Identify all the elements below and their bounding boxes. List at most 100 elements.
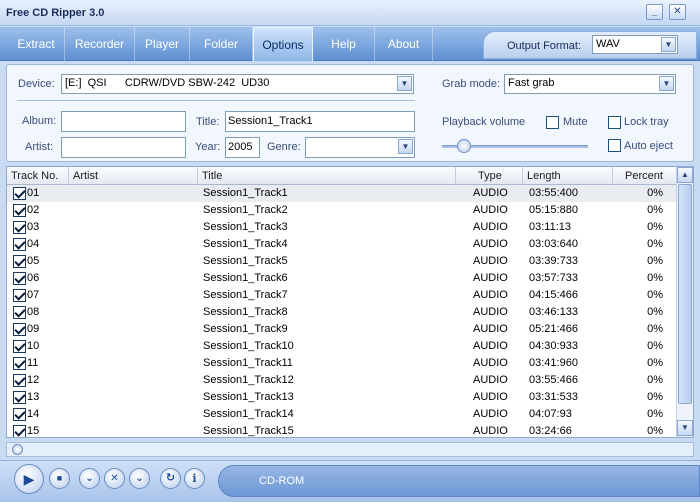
lock-tray-checkbox[interactable] bbox=[608, 116, 621, 129]
track-checkbox[interactable] bbox=[13, 408, 26, 421]
tab-recorder[interactable]: Recorder bbox=[65, 27, 135, 61]
volume-slider-thumb[interactable] bbox=[456, 139, 471, 153]
track-checkbox[interactable] bbox=[13, 238, 26, 251]
chevron-down-icon[interactable]: ▼ bbox=[397, 76, 412, 91]
rip-selected-icon[interactable]: ⌄ bbox=[79, 468, 100, 489]
table-row[interactable]: 07 Session1_Track7 AUDIO 04:15:466 0% bbox=[7, 287, 677, 304]
cell-length: 05:15:880 bbox=[529, 204, 578, 216]
cell-title: Session1_Track1 bbox=[203, 187, 288, 199]
output-format-select[interactable]: WAV ▼ bbox=[592, 35, 678, 54]
cell-title: Session1_Track14 bbox=[203, 408, 294, 420]
auto-eject-label: Auto eject bbox=[624, 140, 673, 152]
rip-cancel-icon[interactable]: ✕ bbox=[104, 468, 125, 489]
year-field[interactable]: 2005 bbox=[225, 137, 260, 158]
genre-select[interactable]: ▼ bbox=[305, 137, 415, 158]
table-row[interactable]: 14 Session1_Track14 AUDIO 04:07:93 0% bbox=[7, 406, 677, 423]
track-checkbox[interactable] bbox=[13, 204, 26, 217]
album-field[interactable] bbox=[61, 111, 186, 132]
track-checkbox[interactable] bbox=[13, 425, 26, 437]
cell-artist bbox=[73, 185, 198, 202]
cell-length: 03:46:133 bbox=[529, 306, 578, 318]
column-artist[interactable]: Artist bbox=[69, 167, 198, 185]
table-row[interactable]: 11 Session1_Track11 AUDIO 03:41:960 0% bbox=[7, 355, 677, 372]
minimize-button[interactable]: _ bbox=[646, 4, 663, 20]
artist-field[interactable] bbox=[61, 137, 186, 158]
scrollbar-thumb[interactable] bbox=[678, 184, 692, 404]
table-row[interactable]: 08 Session1_Track8 AUDIO 03:46:133 0% bbox=[7, 304, 677, 321]
info-icon[interactable]: i bbox=[184, 468, 205, 489]
cell-type: AUDIO bbox=[473, 425, 508, 437]
track-list-header: Track No. Artist Title Type Length Perce… bbox=[7, 167, 677, 185]
column-track-no[interactable]: Track No. bbox=[7, 167, 69, 185]
tab-extract[interactable]: Extract bbox=[8, 27, 65, 61]
track-checkbox[interactable] bbox=[13, 391, 26, 404]
cell-length: 03:41:960 bbox=[529, 357, 578, 369]
track-checkbox[interactable] bbox=[13, 323, 26, 336]
cell-artist bbox=[73, 389, 198, 406]
vertical-scrollbar[interactable]: ▲ ▼ bbox=[676, 167, 693, 437]
table-row[interactable]: 02 Session1_Track2 AUDIO 05:15:880 0% bbox=[7, 202, 677, 219]
grab-mode-select[interactable]: Fast grab ▼ bbox=[504, 74, 676, 94]
track-checkbox[interactable] bbox=[13, 357, 26, 370]
playback-volume-label: Playback volume bbox=[442, 116, 526, 128]
cell-no: 10 bbox=[27, 340, 40, 352]
chevron-down-icon[interactable]: ▼ bbox=[398, 139, 413, 154]
track-checkbox[interactable] bbox=[13, 340, 26, 353]
cell-no: 07 bbox=[27, 289, 40, 301]
mute-checkbox[interactable] bbox=[546, 116, 559, 129]
stop-icon[interactable]: ■ bbox=[49, 468, 70, 489]
table-row[interactable]: 15 Session1_Track15 AUDIO 03:24:66 0% bbox=[7, 423, 677, 437]
tab-options[interactable]: Options bbox=[253, 27, 313, 61]
tab-help[interactable]: Help bbox=[313, 27, 375, 61]
cell-no: 02 bbox=[27, 204, 40, 216]
cell-percent: 0% bbox=[647, 272, 663, 284]
cell-percent: 0% bbox=[647, 323, 663, 335]
cell-title: Session1_Track10 bbox=[203, 340, 294, 352]
table-row[interactable]: 06 Session1_Track6 AUDIO 03:57:733 0% bbox=[7, 270, 677, 287]
tab-about[interactable]: About bbox=[375, 27, 433, 61]
track-checkbox[interactable] bbox=[13, 187, 26, 200]
table-row[interactable]: 04 Session1_Track4 AUDIO 03:03:640 0% bbox=[7, 236, 677, 253]
title-field[interactable]: Session1_Track1 bbox=[225, 111, 415, 132]
rip-all-icon[interactable]: ⌄ bbox=[129, 468, 150, 489]
tab-folder[interactable]: Folder bbox=[190, 27, 253, 61]
chevron-down-icon[interactable]: ▼ bbox=[659, 76, 674, 91]
device-select[interactable]: [E:] QSI CDRW/DVD SBW-242 UD30 ▼ bbox=[61, 74, 414, 94]
cell-title: Session1_Track9 bbox=[203, 323, 288, 335]
track-checkbox[interactable] bbox=[13, 255, 26, 268]
cell-percent: 0% bbox=[647, 204, 663, 216]
refresh-icon[interactable]: ↻ bbox=[160, 468, 181, 489]
scroll-down-icon[interactable]: ▼ bbox=[677, 420, 693, 436]
cell-no: 01 bbox=[27, 187, 40, 199]
auto-eject-checkbox[interactable] bbox=[608, 139, 621, 152]
column-length[interactable]: Length bbox=[523, 167, 613, 185]
cell-percent: 0% bbox=[647, 306, 663, 318]
column-title[interactable]: Title bbox=[198, 167, 456, 185]
table-row[interactable]: 13 Session1_Track13 AUDIO 03:31:533 0% bbox=[7, 389, 677, 406]
table-row[interactable]: 01 Session1_Track1 AUDIO 03:55:400 0% bbox=[7, 185, 677, 202]
scroll-up-icon[interactable]: ▲ bbox=[677, 167, 693, 183]
table-row[interactable]: 09 Session1_Track9 AUDIO 05:21:466 0% bbox=[7, 321, 677, 338]
table-row[interactable]: 05 Session1_Track5 AUDIO 03:39:733 0% bbox=[7, 253, 677, 270]
track-checkbox[interactable] bbox=[13, 306, 26, 319]
table-row[interactable]: 12 Session1_Track12 AUDIO 03:55:466 0% bbox=[7, 372, 677, 389]
close-button[interactable]: ✕ bbox=[669, 4, 686, 20]
column-type[interactable]: Type bbox=[456, 167, 523, 185]
track-checkbox[interactable] bbox=[13, 374, 26, 387]
play-icon[interactable]: ▶ bbox=[14, 464, 44, 494]
table-row[interactable]: 10 Session1_Track10 AUDIO 04:30:933 0% bbox=[7, 338, 677, 355]
track-list: Track No. Artist Title Type Length Perce… bbox=[6, 166, 694, 438]
table-row[interactable]: 03 Session1_Track3 AUDIO 03:11:13 0% bbox=[7, 219, 677, 236]
track-checkbox[interactable] bbox=[13, 272, 26, 285]
chevron-down-icon[interactable]: ▼ bbox=[661, 37, 676, 52]
seek-knob[interactable] bbox=[12, 444, 23, 455]
track-checkbox[interactable] bbox=[13, 221, 26, 234]
column-percent[interactable]: Percent bbox=[613, 167, 677, 185]
track-checkbox[interactable] bbox=[13, 289, 26, 302]
status-bar: CD-ROM bbox=[218, 465, 700, 497]
cell-type: AUDIO bbox=[473, 289, 508, 301]
tab-player[interactable]: Player bbox=[135, 27, 190, 61]
seek-bar[interactable] bbox=[6, 442, 694, 457]
cell-title: Session1_Track7 bbox=[203, 289, 288, 301]
cell-artist bbox=[73, 304, 198, 321]
